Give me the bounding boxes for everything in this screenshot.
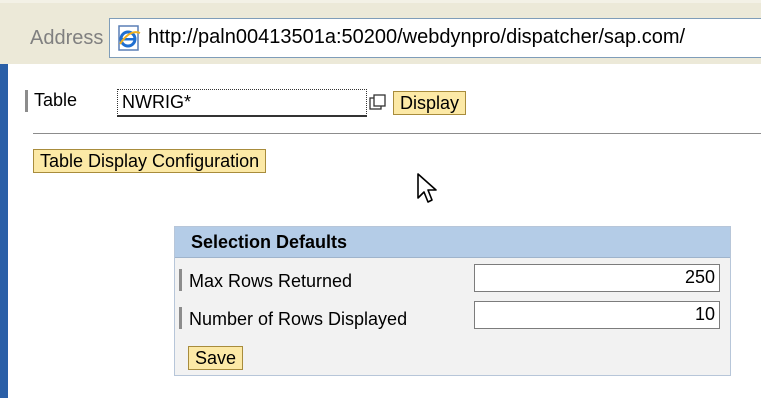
address-label: Address [30,27,104,49]
panel-title: Selection Defaults [191,232,348,252]
address-url[interactable]: http://paln00413501a:50200/webdynpro/dis… [148,26,685,49]
max-rows-input[interactable]: 250 [474,264,720,292]
address-bar: Address http://paln00413501a:50200/webdy… [0,0,761,65]
ie-page-icon [118,25,141,51]
window-left-edge [0,64,8,398]
rows-displayed-input[interactable]: 10 [474,301,720,329]
max-rows-label: Max Rows Returned [189,271,353,291]
toolbar-edge [0,0,761,3]
display-button[interactable]: Display [393,91,467,115]
table-display-configuration-button[interactable]: Table Display Configuration [33,149,267,173]
label-marker [179,269,182,291]
main-content: Table NWRIG* Display Table Display Confi… [8,64,761,398]
input-underline [117,115,367,117]
label-marker [179,307,182,329]
save-button[interactable]: Save [188,346,244,370]
value-help-icon[interactable] [367,92,391,114]
rows-displayed-label: Number of Rows Displayed [189,309,408,329]
mouse-pointer-icon [417,173,437,203]
table-input[interactable]: NWRIG* [117,89,367,116]
selection-defaults-panel: Selection Defaults Max Rows Returned 250… [174,226,731,376]
address-field[interactable]: http://paln00413501a:50200/webdynpro/dis… [109,18,761,58]
label-marker [25,90,28,112]
panel-header: Selection Defaults [175,227,730,258]
separator [33,133,761,134]
table-label: Table [34,90,78,110]
